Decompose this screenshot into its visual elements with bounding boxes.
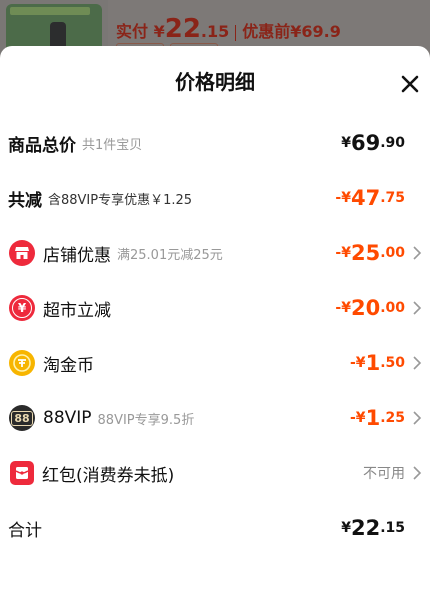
chevron-right-icon bbox=[412, 245, 422, 261]
sheet-title: 价格明细 bbox=[175, 70, 255, 94]
paid-int: 22 bbox=[164, 14, 201, 44]
chevron-right-icon bbox=[412, 300, 422, 316]
row-total-price: 商品总价 共1件宝贝 ¥69.90 bbox=[0, 118, 430, 168]
chevron-right-icon bbox=[412, 465, 422, 481]
row-label: 商品总价 bbox=[8, 135, 76, 156]
currency: -¥ bbox=[350, 355, 366, 371]
shop-icon bbox=[9, 240, 35, 266]
coin-icon bbox=[9, 350, 35, 376]
row-label: 共减 bbox=[8, 190, 42, 211]
sum-amount: ¥22.15 bbox=[341, 503, 405, 553]
amount-dec: .50 bbox=[380, 355, 405, 371]
row-sub: 88VIP专享9.5折 bbox=[97, 412, 195, 428]
row-sum: 合计 ¥22.15 bbox=[0, 503, 430, 553]
amount-int: 1 bbox=[365, 351, 381, 375]
row-sub: 满25.01元减25元 bbox=[117, 247, 223, 263]
row-label: 红包(消费券未抵) bbox=[42, 465, 175, 486]
row-label: 店铺优惠 bbox=[43, 245, 111, 266]
separator bbox=[235, 24, 237, 41]
market-discount-amount: -¥ 20.00 bbox=[335, 283, 405, 333]
row-label: 淘金币 bbox=[43, 355, 94, 376]
before-label: 优惠前 bbox=[242, 22, 291, 41]
vip88-icon-text: 88 bbox=[11, 410, 33, 426]
vip-discount-amount: -¥ 1.25 bbox=[350, 393, 405, 443]
before-price: ¥69.9 bbox=[290, 22, 341, 41]
row-label: 超市立减 bbox=[43, 300, 111, 321]
amount-dec: .90 bbox=[380, 135, 405, 151]
amount-dec: .00 bbox=[380, 300, 405, 316]
amount-int: 25 bbox=[350, 241, 381, 265]
row-total-reduction: 共减 含88VIP专享优惠￥1.25 -¥ 47.75 bbox=[0, 173, 430, 223]
background-paid-price: 实付 ¥22.15 优惠前¥69.9 bbox=[116, 14, 341, 44]
yen-icon: ¥ bbox=[9, 295, 35, 321]
currency: ¥ bbox=[341, 520, 351, 536]
chevron-right-icon bbox=[412, 355, 422, 371]
currency: -¥ bbox=[335, 245, 351, 261]
total-price-amount: ¥69.90 bbox=[341, 118, 405, 168]
close-button[interactable] bbox=[398, 72, 422, 96]
row-market-discount[interactable]: ¥ 超市立减 -¥ 20.00 bbox=[0, 283, 430, 333]
row-shop-discount[interactable]: 店铺优惠 满25.01元减25元 -¥ 25.00 bbox=[0, 228, 430, 278]
amount-dec: .15 bbox=[380, 520, 405, 536]
amount-dec: .25 bbox=[380, 410, 405, 426]
thumbnail-banner bbox=[10, 7, 90, 15]
shop-discount-amount: -¥ 25.00 bbox=[335, 228, 405, 278]
amount-int: 47 bbox=[350, 186, 381, 210]
amount-int: 1 bbox=[365, 406, 381, 430]
red-packet-status: 不可用 bbox=[363, 448, 405, 498]
paid-dec: .15 bbox=[200, 22, 230, 41]
currency: -¥ bbox=[350, 410, 366, 426]
close-icon bbox=[401, 75, 419, 93]
amount-int: 20 bbox=[350, 296, 381, 320]
row-label: 88VIP bbox=[43, 408, 92, 428]
row-sub: 含88VIP专享优惠￥1.25 bbox=[48, 192, 193, 208]
currency: -¥ bbox=[335, 190, 351, 206]
currency: -¥ bbox=[335, 300, 351, 316]
paid-currency: ¥ bbox=[153, 22, 165, 41]
price-detail-sheet: 价格明细 商品总价 共1件宝贝 ¥69.90 共减 含88VIP专享优惠￥1.2… bbox=[0, 46, 430, 596]
amount-int: 69 bbox=[350, 131, 381, 155]
total-reduction-amount: -¥ 47.75 bbox=[335, 173, 405, 223]
row-red-packet[interactable]: 红包(消费券未抵) 不可用 bbox=[0, 448, 430, 498]
currency: ¥ bbox=[341, 135, 351, 151]
coin-discount-amount: -¥ 1.50 bbox=[350, 338, 405, 388]
red-packet-icon bbox=[10, 461, 34, 485]
chevron-right-icon bbox=[412, 410, 422, 426]
amount-int: 22 bbox=[350, 516, 381, 540]
amount-dec: .75 bbox=[380, 190, 405, 206]
yen-icon-glyph: ¥ bbox=[12, 298, 32, 318]
amount-dec: .00 bbox=[380, 245, 405, 261]
row-sub: 共1件宝贝 bbox=[82, 137, 143, 153]
row-88vip[interactable]: 88 88VIP 88VIP专享9.5折 -¥ 1.25 bbox=[0, 393, 430, 443]
vip88-icon: 88 bbox=[9, 405, 35, 431]
paid-label: 实付 bbox=[116, 22, 149, 41]
row-taojinbi[interactable]: 淘金币 -¥ 1.50 bbox=[0, 338, 430, 388]
status-text: 不可用 bbox=[363, 466, 405, 482]
row-label: 合计 bbox=[8, 520, 42, 541]
